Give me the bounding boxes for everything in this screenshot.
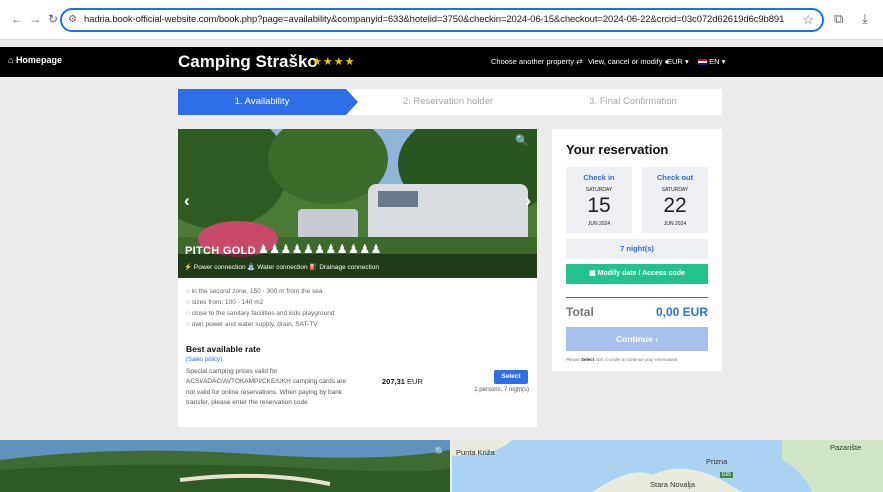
select-button[interactable]: Select [494, 370, 528, 384]
map-label: Prizna [706, 457, 728, 466]
note-prefix: Please [566, 357, 582, 362]
step-availability: 1. Availability [178, 89, 346, 115]
reservation-panel: Your reservation Check in SATURDAY 15 JU… [552, 129, 722, 371]
forward-icon[interactable]: → [28, 12, 42, 26]
note-suffix: unit, in order to continue your reservat… [594, 357, 679, 362]
rate-description: Special camping prices valid for ACSI/AD… [186, 368, 347, 406]
note-bold: Select [581, 357, 595, 362]
language-select[interactable]: EN ▾ [698, 57, 725, 66]
total-divider [566, 297, 708, 298]
site-info-icon[interactable]: ⚙ [68, 14, 77, 25]
total-label: Total [566, 305, 594, 319]
swap-icon: ⇄ [576, 57, 583, 66]
checkout-label: Check out [656, 173, 694, 182]
pitch-name: PITCH GOLD [185, 245, 256, 257]
address-bar[interactable]: ⚙ hadria.book-official-website.com/book.… [60, 8, 824, 32]
booking-steps: 1. Availability 2. Reservation holder 3.… [178, 89, 722, 115]
feature-item: ○ in the second zone, 150 - 300 m from t… [186, 288, 323, 295]
choose-property-label: Choose another property [491, 57, 574, 66]
price-currency: EUR [404, 377, 423, 386]
rate-title: Best available rate [186, 344, 261, 354]
checkin-box[interactable]: Check in SATURDAY 15 JUN 2024 [566, 167, 632, 233]
checkout-box[interactable]: Check out SATURDAY 22 JUN 2024 [642, 167, 708, 233]
camp-aerial-photo[interactable] [0, 440, 450, 492]
continue-note: Please Select unit, in order to continue… [566, 357, 679, 362]
modify-date-button[interactable]: ▦ Modify date / Access code [566, 264, 708, 284]
camp-name: Camping Straško [178, 52, 318, 71]
next-photo-icon[interactable]: › [525, 191, 531, 211]
rate-price: 207,31 EUR [382, 377, 423, 386]
currency-select[interactable]: EUR ▾ [667, 57, 689, 66]
checkin-month-year: JUN 2024 [587, 221, 611, 227]
step-reservation-holder: 2. Reservation holder [402, 96, 494, 107]
continue-button[interactable]: Continue › [566, 327, 708, 351]
view-modify-label: View, cancel or modify [588, 57, 663, 66]
feature-item: ○ own power and water supply, drain, SAT… [186, 321, 318, 328]
language-label: EN ▾ [709, 57, 726, 66]
reload-icon[interactable]: ↻ [46, 12, 60, 26]
aerial-photo-image [0, 440, 450, 492]
total-value: 0,00 EUR [655, 305, 708, 319]
map-label: Stara Novalja [650, 480, 696, 489]
flag-icon [698, 59, 707, 66]
checkin-day: 15 [587, 194, 611, 217]
location-map[interactable]: Punta Križa Prizna Stara Novalja Pazariš… [452, 440, 883, 492]
step-final-confirmation: 3. Final Confirmation [589, 96, 677, 107]
url-text: hadria.book-official-website.com/book.ph… [84, 14, 784, 25]
prev-photo-icon[interactable]: ‹ [184, 191, 190, 211]
site-header: ⌂ Homepage Camping Straško ★★★★ Choose a… [0, 47, 883, 77]
feature-item: ○ sizes from: 100 - 140 m2 [186, 299, 264, 306]
step-arrow [346, 89, 358, 115]
map-label: Punta Križa [456, 448, 495, 457]
checkin-dow: SATURDAY [585, 187, 613, 193]
price-amount: 207,31 [382, 377, 405, 386]
homepage-label: Homepage [15, 55, 62, 65]
back-icon[interactable]: ← [10, 12, 24, 26]
choose-property-link[interactable]: Choose another property ⇄ [491, 57, 582, 66]
reservation-title: Your reservation [566, 142, 669, 157]
calendar-icon: ▦ [589, 270, 596, 277]
aerial-zoom-icon[interactable]: 🔍 [434, 447, 446, 458]
feature-item: ○ close to the sanitary facilities and k… [186, 310, 335, 317]
pitch-card: 🔍 ‹ › PITCH GOLD ♟♟♟♟♟♟♟♟♟♟♟ ⚡ Power con… [178, 129, 537, 427]
map-label: Pazarište [830, 443, 862, 452]
amenities: ⚡ Power connection ⛲ Water connection ⛽ … [184, 264, 379, 271]
rating-stars: ★★★★ [312, 56, 356, 68]
view-modify-link[interactable]: View, cancel or modify ● [588, 57, 669, 66]
checkin-label: Check in [583, 173, 615, 182]
homepage-link[interactable]: ⌂ Homepage [8, 55, 62, 65]
checkout-month-year: JUN 2024 [663, 221, 687, 227]
nights-count: 7 night(s) [566, 239, 708, 259]
persons-icons: ♟♟♟♟♟♟♟♟♟♟♟ [258, 242, 382, 256]
extensions-icon[interactable]: ⧉ [834, 11, 843, 27]
persons-nights: 1 persons, 7 night(s) [474, 387, 529, 393]
bookmark-star-icon[interactable]: ☆ [802, 12, 814, 28]
road-badge: E65 [720, 472, 733, 478]
checkout-day: 22 [663, 194, 687, 217]
browser-toolbar: ← → ↻ ⚙ hadria.book-official-website.com… [0, 0, 883, 40]
modify-label: Modify date / Access code [597, 270, 685, 277]
pitch-photo[interactable]: 🔍 ‹ › PITCH GOLD ♟♟♟♟♟♟♟♟♟♟♟ ⚡ Power con… [178, 129, 537, 278]
sales-policy-link[interactable]: (Sales policy) [186, 357, 222, 363]
pitch-features: ○ in the second zone, 150 - 300 m from t… [186, 286, 334, 330]
checkout-dow: SATURDAY [661, 187, 689, 193]
zoom-icon[interactable]: 🔍 [515, 134, 529, 147]
download-icon[interactable]: ⤓ [862, 11, 868, 27]
